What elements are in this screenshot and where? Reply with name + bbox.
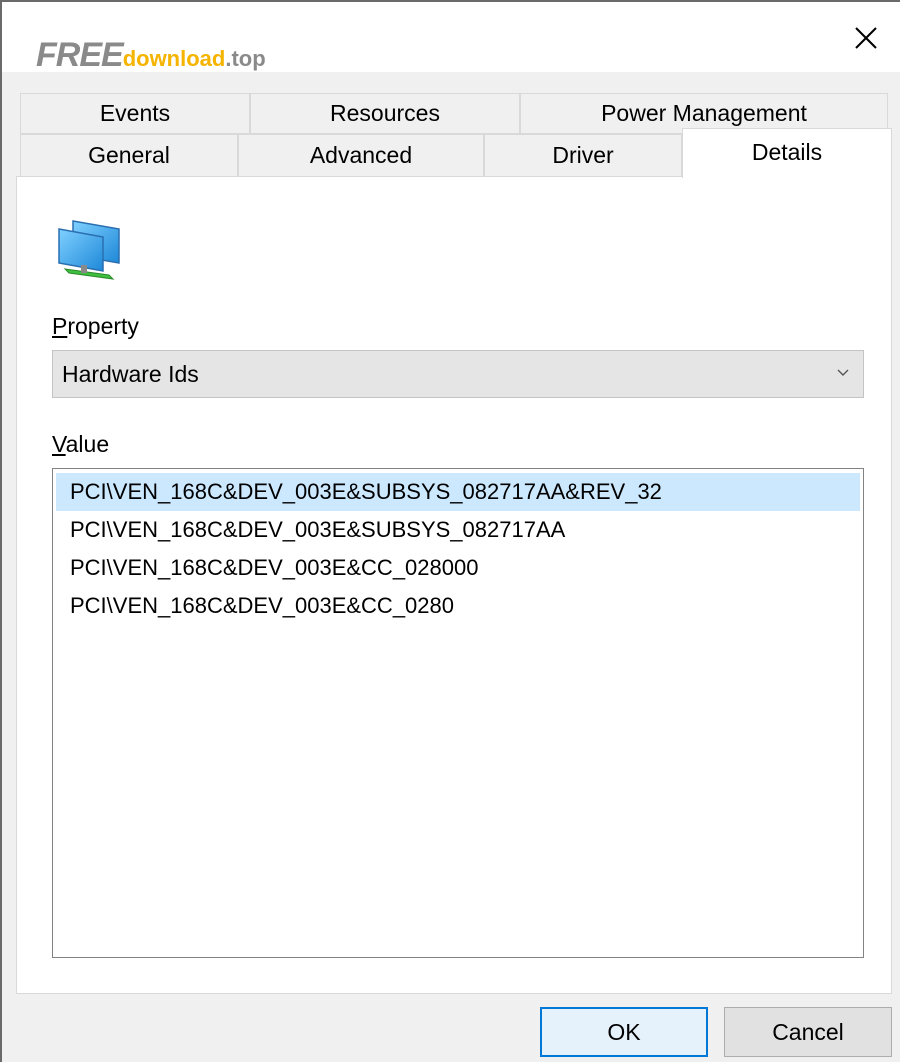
list-item[interactable]: PCI\VEN_168C&DEV_003E&CC_028000 bbox=[56, 549, 860, 587]
close-icon bbox=[855, 27, 877, 49]
list-item[interactable]: PCI\VEN_168C&DEV_003E&CC_0280 bbox=[56, 587, 860, 625]
ok-button[interactable]: OK bbox=[540, 1007, 708, 1057]
tab-advanced[interactable]: Advanced bbox=[238, 134, 484, 177]
properties-dialog: FREEdownload.top Events Resources Power … bbox=[0, 0, 900, 1062]
list-item[interactable]: PCI\VEN_168C&DEV_003E&SUBSYS_082717AA bbox=[56, 511, 860, 549]
property-label: Property bbox=[52, 313, 139, 339]
tab-details[interactable]: Details bbox=[682, 128, 892, 178]
close-button[interactable] bbox=[846, 18, 886, 58]
cancel-button[interactable]: Cancel bbox=[724, 1007, 892, 1057]
tab-driver[interactable]: Driver bbox=[484, 134, 682, 177]
property-dropdown[interactable]: Hardware Ids bbox=[52, 350, 864, 398]
value-listbox[interactable]: PCI\VEN_168C&DEV_003E&SUBSYS_082717AA&RE… bbox=[52, 468, 864, 958]
details-panel: Property Hardware Ids Value PCI\VEN_168C… bbox=[16, 176, 892, 994]
network-adapter-icon bbox=[58, 220, 120, 280]
property-dropdown-value: Hardware Ids bbox=[62, 360, 199, 387]
chevron-down-icon bbox=[837, 369, 849, 376]
watermark-logo: FREEdownload.top bbox=[36, 36, 266, 74]
tab-resources[interactable]: Resources bbox=[250, 93, 520, 134]
tab-general[interactable]: General bbox=[20, 134, 238, 177]
tab-events[interactable]: Events bbox=[20, 93, 250, 134]
list-item[interactable]: PCI\VEN_168C&DEV_003E&SUBSYS_082717AA&RE… bbox=[56, 473, 860, 511]
value-label: Value bbox=[52, 431, 110, 457]
title-bar: FREEdownload.top bbox=[2, 2, 900, 72]
